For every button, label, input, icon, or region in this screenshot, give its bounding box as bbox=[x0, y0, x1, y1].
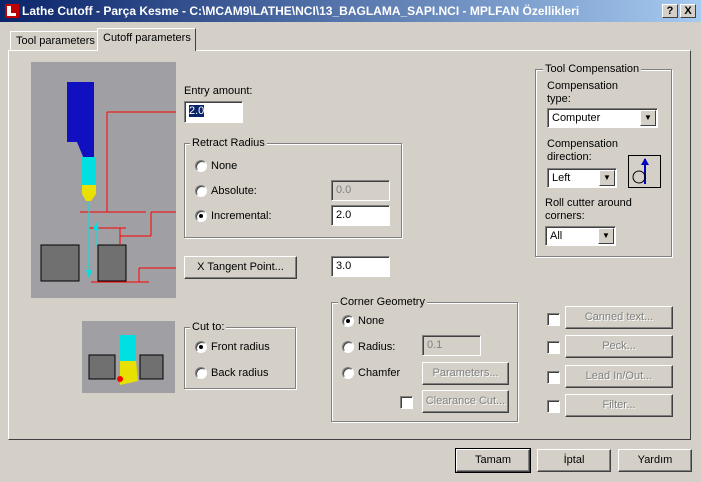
corner-radius-label: Radius: bbox=[358, 341, 396, 353]
cut-to-group bbox=[184, 327, 296, 389]
entry-amount-input[interactable]: 2.0 bbox=[184, 101, 243, 123]
retract-incremental-radio[interactable] bbox=[195, 210, 207, 222]
tab-cutoff-parameters[interactable]: Cutoff parameters bbox=[97, 28, 196, 51]
retract-incremental-input[interactable]: 2.0 bbox=[331, 205, 390, 226]
corner-radius-radio[interactable] bbox=[342, 341, 354, 353]
corner-none-label: None bbox=[358, 315, 385, 327]
lead-in-out-checkbox[interactable] bbox=[547, 371, 560, 384]
chevron-down-icon[interactable]: ▼ bbox=[640, 110, 656, 126]
window-title: Lathe Cutoff - Parça Kesme - C:\MCAM9\LA… bbox=[22, 4, 580, 18]
corner-chamfer-label: Chamfer bbox=[358, 367, 401, 379]
app-icon bbox=[5, 4, 19, 18]
cut-front-label: Front radius bbox=[211, 341, 270, 353]
chevron-down-icon[interactable]: ▼ bbox=[598, 228, 614, 244]
retract-none-radio[interactable] bbox=[195, 160, 207, 172]
cut-front-radio[interactable] bbox=[195, 341, 207, 353]
compensation-type-label: Compensation type: bbox=[547, 80, 618, 105]
retract-radius-title: Retract Radius bbox=[190, 137, 267, 149]
tab-tool-parameters[interactable]: Tool parameters bbox=[10, 31, 98, 50]
cut-back-label: Back radius bbox=[211, 367, 269, 379]
chevron-down-icon[interactable]: ▼ bbox=[599, 170, 615, 186]
corner-radius-input[interactable]: 0.1 bbox=[422, 335, 481, 356]
corner-chamfer-radio[interactable] bbox=[342, 367, 354, 379]
filter-checkbox[interactable] bbox=[547, 400, 560, 413]
help-button[interactable]: Yardım bbox=[618, 449, 692, 472]
compensation-type-value: Computer bbox=[552, 112, 601, 124]
close-title-button[interactable]: X bbox=[680, 4, 696, 18]
corner-none-radio[interactable] bbox=[342, 315, 354, 327]
roll-cutter-value: All bbox=[550, 230, 563, 242]
cut-to-title: Cut to: bbox=[190, 321, 227, 333]
help-title-button[interactable]: ? bbox=[662, 4, 678, 18]
retract-none-label: None bbox=[211, 160, 238, 172]
tangent-point-input[interactable]: 3.0 bbox=[331, 256, 390, 277]
corner-geometry-title: Corner Geometry bbox=[338, 296, 427, 308]
peck-button[interactable]: Peck... bbox=[565, 335, 673, 358]
ok-button[interactable]: Tamam bbox=[455, 448, 531, 473]
retract-absolute-input[interactable]: 0.0 bbox=[331, 180, 390, 201]
compensation-direction-value: Left bbox=[552, 172, 571, 184]
parameters-button[interactable]: Parameters... bbox=[422, 362, 509, 385]
lead-in-out-button[interactable]: Lead In/Out... bbox=[565, 365, 673, 388]
compensation-type-select[interactable]: Computer ▼ bbox=[547, 108, 658, 128]
compensation-direction-select[interactable]: Left ▼ bbox=[547, 168, 617, 188]
cancel-button[interactable]: İptal bbox=[537, 449, 611, 472]
tool-compensation-title: Tool Compensation bbox=[543, 63, 642, 75]
roll-cutter-label: Roll cutter around corners: bbox=[545, 197, 632, 222]
cut-back-radio[interactable] bbox=[195, 367, 207, 379]
entry-amount-label: Entry amount: bbox=[184, 85, 253, 97]
canned-text-button[interactable]: Canned text... bbox=[565, 306, 673, 329]
cut-to-diagram bbox=[82, 321, 175, 393]
tangent-point-button[interactable]: X Tangent Point... bbox=[184, 256, 297, 279]
canned-text-checkbox[interactable] bbox=[547, 313, 560, 326]
retract-incremental-label: Incremental: bbox=[211, 210, 272, 222]
cutoff-diagram bbox=[31, 62, 176, 298]
retract-absolute-radio[interactable] bbox=[195, 185, 207, 197]
clearance-cut-checkbox[interactable] bbox=[400, 396, 413, 409]
peck-checkbox[interactable] bbox=[547, 341, 560, 354]
clearance-cut-button[interactable]: Clearance Cut... bbox=[422, 390, 509, 413]
compensation-direction-label: Compensation direction: bbox=[547, 138, 618, 163]
roll-cutter-select[interactable]: All ▼ bbox=[545, 226, 616, 246]
filter-button[interactable]: Filter... bbox=[565, 394, 673, 417]
retract-absolute-label: Absolute: bbox=[211, 185, 257, 197]
compensation-direction-icon bbox=[628, 155, 661, 188]
